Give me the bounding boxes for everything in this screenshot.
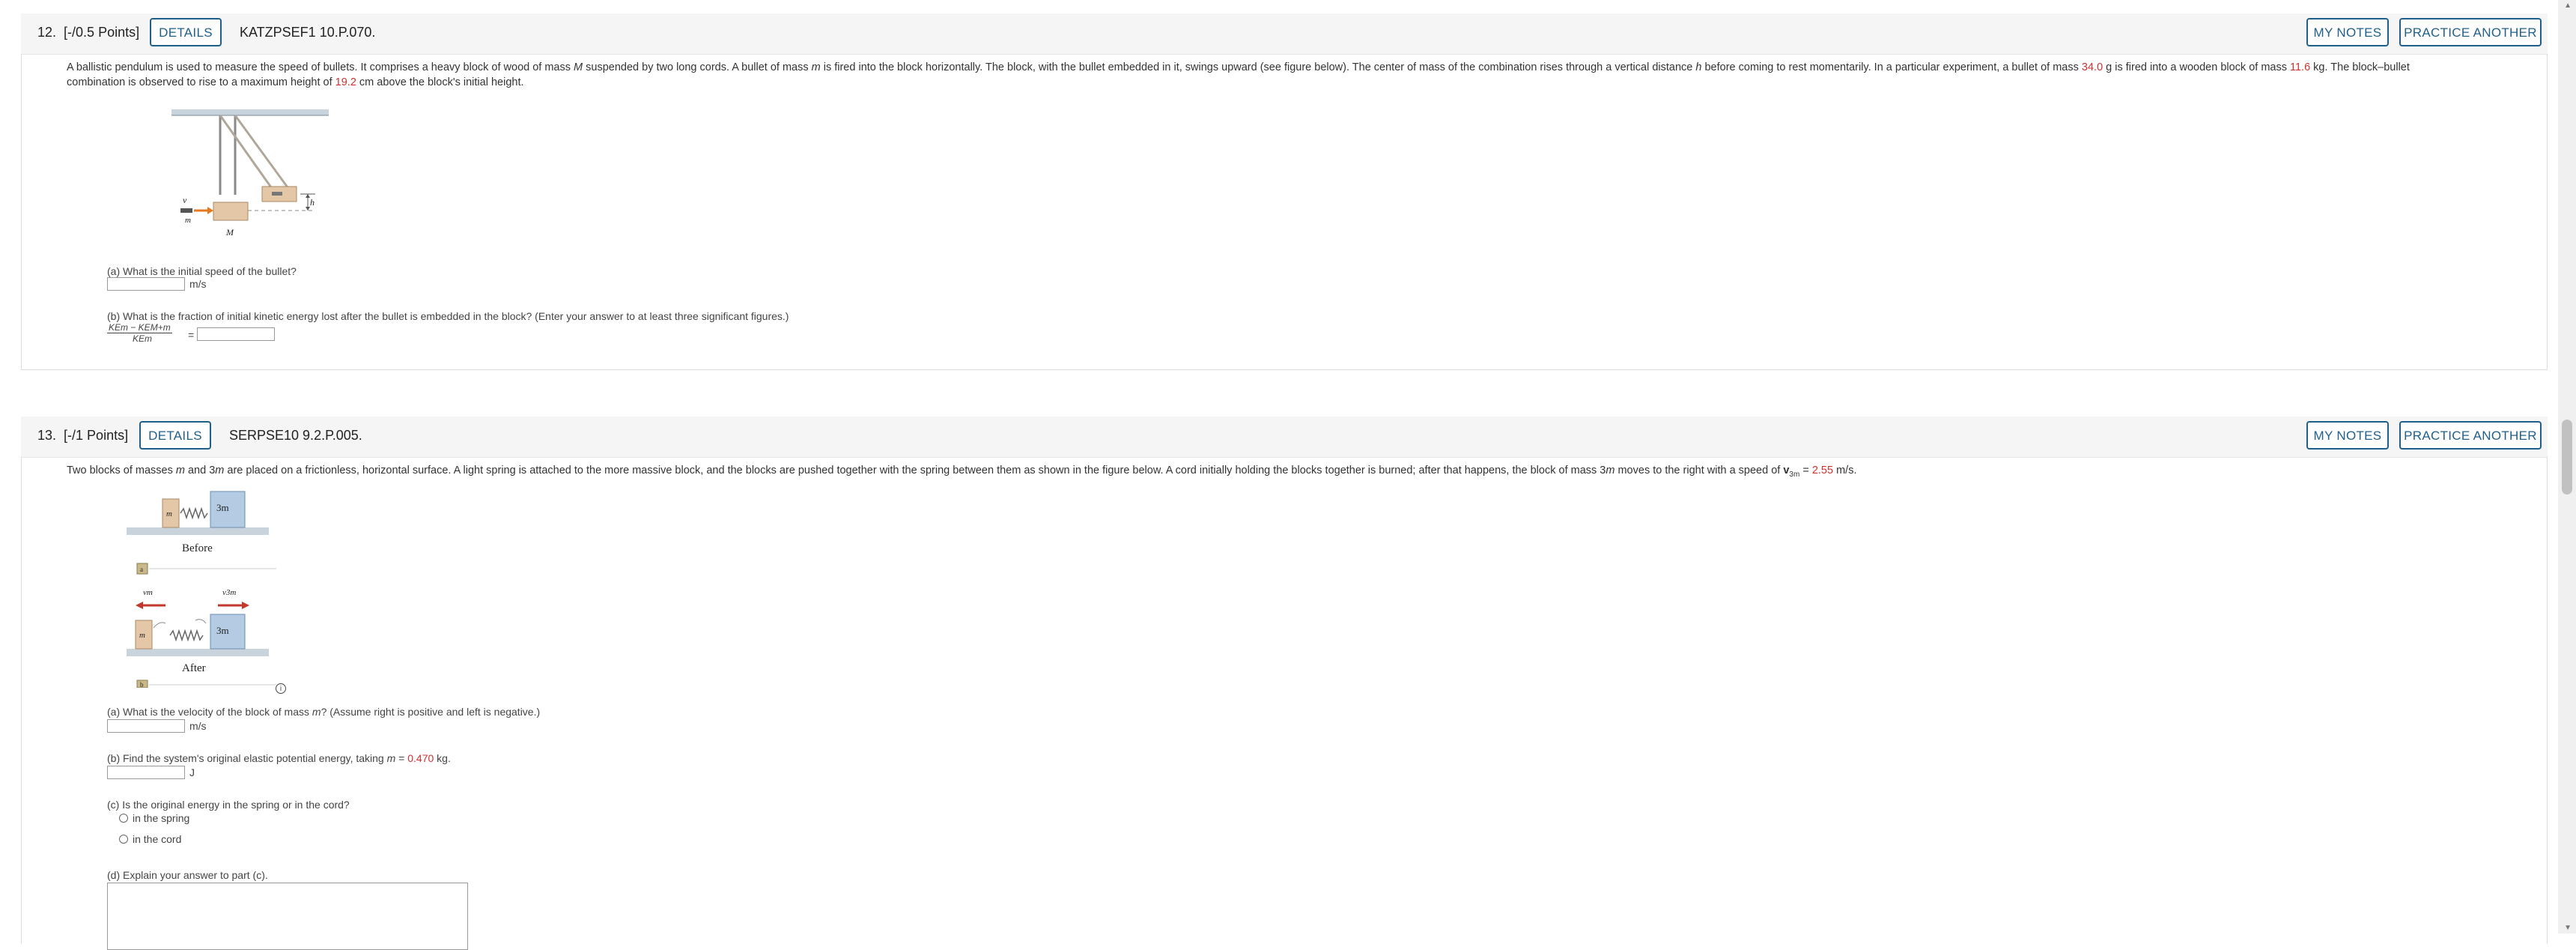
option-in-spring-label: in the spring [133,812,190,824]
fig-b-label: b [140,681,144,688]
problem-text: A ballistic pendulum is used to measure … [67,61,2410,88]
unit-label: m/s [189,278,207,290]
page-scrollbar[interactable]: ▲ ▼ [2558,0,2576,934]
radio-in-cord[interactable] [119,835,128,844]
velocity-label: v [183,195,187,205]
part-d-label: (d) Explain your answer to part (c). [107,869,268,881]
explanation-textarea[interactable] [107,883,468,950]
part-b-label: (b) Find the system's original elastic p… [107,752,451,764]
part-a-label: (a) What is the velocity of the block of… [107,706,541,718]
question-number: 12. [-/0.5 Points] [37,25,140,40]
points-label: [-/1 Points] [64,428,129,443]
answer-input-b[interactable] [197,327,275,341]
question-number: 13. [-/1 Points] [37,428,129,443]
unit-label: J [189,766,195,778]
question-12-header: 12. [-/0.5 Points] DETAILS KATZPSEF1 10.… [21,13,2548,55]
practice-another-button[interactable]: PRACTICE ANOTHER [2399,421,2542,450]
problem-text: Two blocks of masses m and 3m are placed… [67,465,1857,479]
question-12-body: A ballistic pendulum is used to measure … [21,54,2548,370]
before-label: Before [182,542,213,554]
bullet-mass-value: 34.0 [2081,61,2103,73]
height-value: 19.2 [335,76,356,88]
details-button[interactable]: DETAILS [139,421,211,450]
unit-label: m/s [189,720,207,732]
v-m-label: vm [143,588,153,597]
ballistic-pendulum-figure: h v m M [171,109,329,238]
after-label: After [182,662,206,674]
practice-another-button[interactable]: PRACTICE ANOTHER [2399,18,2542,46]
height-label: h [310,197,315,208]
bullet-mass-label: m [185,216,191,225]
info-icon[interactable]: i [276,683,286,694]
before-3m-label: 3m [216,502,229,513]
spring-blocks-figure: m 3m Before a vm v3m m 3m After b [127,491,276,688]
details-button[interactable]: DETAILS [150,18,222,46]
points-label: [-/0.5 Points] [64,25,140,40]
question-13-body: Two blocks of masses m and 3m are placed… [21,457,2548,950]
mass-value: 0.470 [407,752,434,764]
question-13-header: 13. [-/1 Points] DETAILS SERPSE10 9.2.P.… [21,417,2548,458]
scrollbar-thumb[interactable] [2562,420,2572,494]
scroll-up-icon[interactable]: ▲ [2564,1,2572,10]
before-m-label: m [166,509,172,518]
answer-input-a[interactable] [107,277,185,291]
block-mass-value: 11.6 [2290,61,2311,73]
part-c-label: (c) Is the original energy in the spring… [107,799,350,811]
fig-a-label: a [140,566,143,573]
v-3m-label: v3m [222,588,236,597]
equals-sign: = [188,329,195,341]
my-notes-button[interactable]: MY NOTES [2306,18,2389,46]
answer-input-a[interactable] [107,719,185,733]
answer-input-b[interactable] [107,766,185,779]
after-m-label: m [139,631,145,640]
part-a-label: (a) What is the initial speed of the bul… [107,265,297,277]
after-3m-label: 3m [216,625,229,636]
part-b-label: (b) What is the fraction of initial kine… [107,310,789,322]
block-mass-label: M [225,227,234,238]
speed-value: 2.55 [1811,465,1834,476]
question-code: SERPSE10 9.2.P.005. [229,428,362,443]
scroll-down-icon[interactable]: ▼ [2564,924,2572,932]
ke-fraction: KEm − KEM+m KEm [107,322,172,344]
my-notes-button[interactable]: MY NOTES [2306,421,2389,450]
option-in-cord-label: in the cord [133,833,182,845]
question-code: KATZPSEF1 10.P.070. [240,25,376,40]
radio-in-spring[interactable] [119,814,128,823]
